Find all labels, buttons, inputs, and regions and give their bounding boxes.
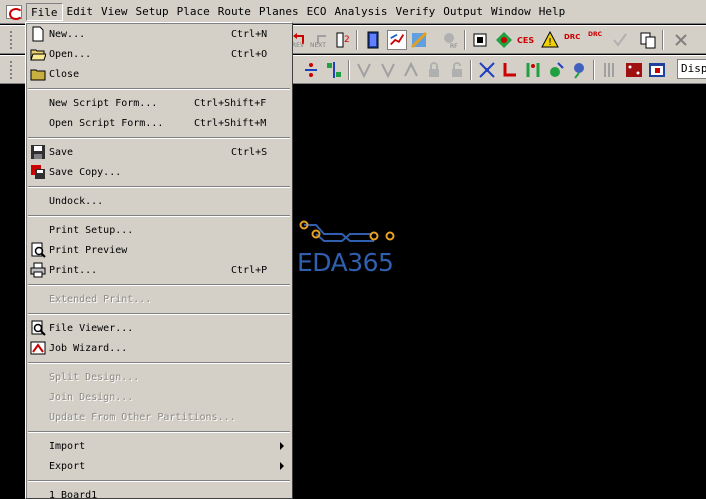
job-wizard-icon <box>30 341 46 355</box>
menu-new-script-form[interactable]: New Script Form... Ctrl+Shift+F <box>26 93 292 113</box>
net-icon[interactable] <box>477 60 497 80</box>
menu-job-wizard[interactable]: Job Wizard... <box>26 338 292 358</box>
report-icon[interactable] <box>470 30 490 50</box>
watermark-text: EDA365 <box>297 248 394 277</box>
printer-icon <box>30 262 46 278</box>
menu-new[interactable]: New... Ctrl+N <box>26 24 292 44</box>
menu-split-design: Split Design... <box>49 371 140 383</box>
select-mode-icon[interactable]: 2 <box>333 30 353 50</box>
menu-file-viewer[interactable]: File Viewer... <box>26 318 292 338</box>
menu-separator <box>26 476 292 485</box>
delete-icon[interactable] <box>671 30 691 50</box>
menu-route[interactable]: Route <box>214 3 255 21</box>
save-copy-icon <box>31 165 45 179</box>
menu-verify[interactable]: Verify <box>391 3 439 21</box>
pour-icon[interactable] <box>409 30 429 50</box>
display-field[interactable]: Displ <box>677 59 706 79</box>
menu-export[interactable]: Export <box>26 456 292 476</box>
rf-icon[interactable]: RF <box>440 30 460 50</box>
file-viewer-icon <box>31 320 46 336</box>
menu-analysis[interactable]: Analysis <box>331 3 392 21</box>
menu-recent-file-1[interactable]: 1 Board1 <box>26 485 292 499</box>
corner-icon[interactable] <box>500 60 520 80</box>
submenu-arrow-icon <box>280 462 284 470</box>
lock-icon[interactable] <box>424 60 444 80</box>
rev-label: REV <box>292 42 305 49</box>
menu-import[interactable]: Import <box>26 436 292 456</box>
svg-text:RF: RF <box>450 43 458 50</box>
component-icon[interactable] <box>523 60 543 80</box>
unlock-icon[interactable] <box>447 60 467 80</box>
test-point-icon[interactable] <box>569 60 589 80</box>
trace-icon-3[interactable] <box>401 60 421 80</box>
trace-icon-2[interactable] <box>378 60 398 80</box>
menu-bar: File Edit View Setup Place Route Planes … <box>0 0 706 24</box>
board-icon[interactable] <box>624 60 644 80</box>
menu-separator <box>26 427 292 436</box>
layer-bar-icon[interactable] <box>363 30 383 50</box>
spread-icon[interactable] <box>301 60 321 80</box>
window-icon[interactable] <box>647 60 667 80</box>
menu-undock[interactable]: Undock... <box>26 191 292 211</box>
copy-icon[interactable] <box>638 30 658 50</box>
next-label: NEXT <box>310 42 326 49</box>
svg-text:2: 2 <box>344 35 350 45</box>
menu-setup[interactable]: Setup <box>132 3 173 21</box>
app-logo-icon[interactable] <box>6 4 23 20</box>
file-menu-dropdown: New... Ctrl+N Open... Ctrl+O Close New S… <box>25 22 293 499</box>
menu-separator <box>26 211 292 220</box>
svg-text:!: ! <box>548 37 552 48</box>
save-disk-icon <box>31 145 45 159</box>
menu-join-design: Join Design... <box>49 391 134 403</box>
menu-place[interactable]: Place <box>173 3 214 21</box>
toolbar-grip-2[interactable] <box>10 61 14 79</box>
menu-separator <box>26 84 292 93</box>
menu-close[interactable]: Close <box>26 64 292 84</box>
menu-save[interactable]: Save Ctrl+S <box>26 142 292 162</box>
menu-file[interactable]: File <box>26 2 63 21</box>
ces-label[interactable]: CES <box>517 36 534 45</box>
drc-off-icon[interactable] <box>610 30 630 50</box>
new-file-icon <box>32 26 44 42</box>
verify-design-icon[interactable] <box>494 30 514 50</box>
close-folder-icon <box>30 69 46 81</box>
toolbar-grip[interactable] <box>10 31 14 49</box>
drc-label[interactable]: DRC <box>564 33 580 41</box>
menu-view[interactable]: View <box>97 3 132 21</box>
menu-extended-print: Extended Print... <box>49 293 152 305</box>
menu-separator <box>26 182 292 191</box>
menu-separator <box>26 280 292 289</box>
menu-eco[interactable]: ECO <box>303 3 331 21</box>
menu-separator <box>26 358 292 367</box>
drc-check-label[interactable]: DRC <box>588 31 602 38</box>
warning-icon[interactable]: ! <box>540 30 560 50</box>
menu-help[interactable]: Help <box>535 3 570 21</box>
menu-open[interactable]: Open... Ctrl+O <box>26 44 292 64</box>
pin-icon[interactable] <box>599 60 619 80</box>
menu-planes[interactable]: Planes <box>255 3 303 21</box>
trace-icon-1[interactable] <box>354 60 374 80</box>
menu-print-setup[interactable]: Print Setup... <box>26 220 292 240</box>
menu-update-partitions: Update From Other Partitions... <box>49 411 236 423</box>
menu-window[interactable]: Window <box>487 3 535 21</box>
align-icon[interactable] <box>324 60 344 80</box>
via-icon[interactable] <box>546 60 566 80</box>
menu-print-preview[interactable]: Print Preview <box>26 240 292 260</box>
menu-open-script-form[interactable]: Open Script Form... Ctrl+Shift+M <box>26 113 292 133</box>
open-folder-icon <box>30 49 46 61</box>
menu-print[interactable]: Print... Ctrl+P <box>26 260 292 280</box>
menu-separator <box>26 133 292 142</box>
route-mode-icon[interactable] <box>387 30 407 50</box>
menu-separator <box>26 309 292 318</box>
print-preview-icon <box>31 242 46 258</box>
submenu-arrow-icon <box>280 442 284 450</box>
menu-save-copy[interactable]: Save Copy... <box>26 162 292 182</box>
menu-edit[interactable]: Edit <box>63 3 98 21</box>
menu-output[interactable]: Output <box>439 3 487 21</box>
